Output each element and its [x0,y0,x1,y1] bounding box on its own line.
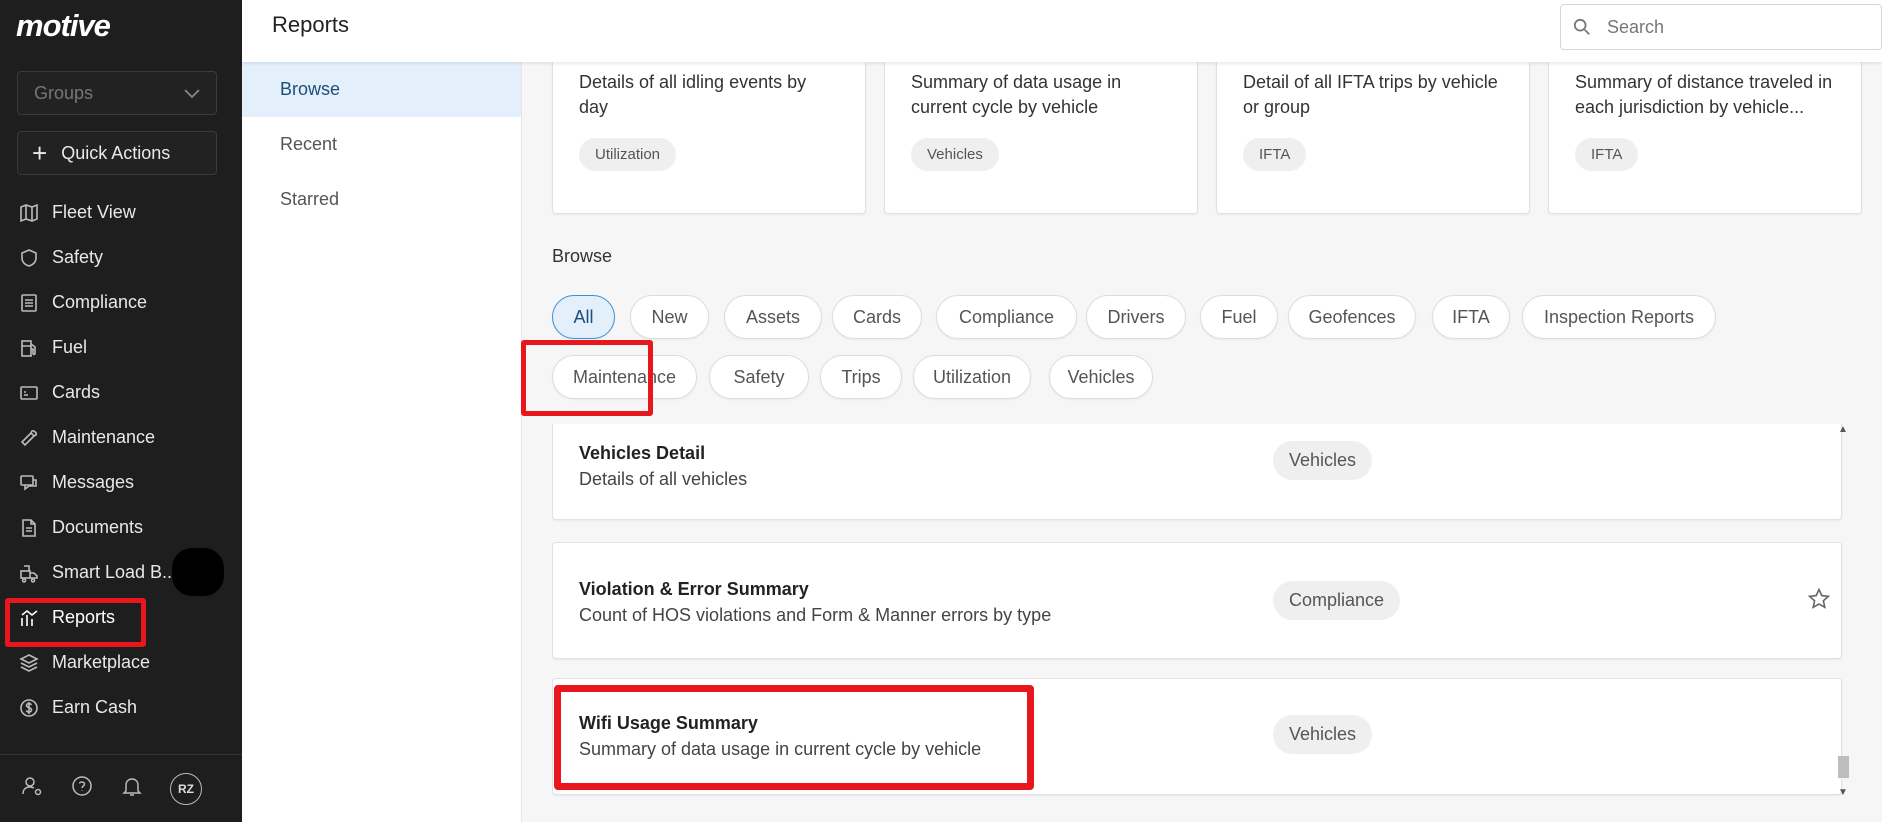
scroll-up-arrow-icon[interactable]: ▲ [1838,424,1848,435]
highlight-box-vehicles [521,340,653,416]
help-icon[interactable] [70,774,94,803]
search-icon [1573,18,1590,35]
layers-icon [18,652,40,674]
report-card[interactable]: Detail of all IFTA trips by vehicle or g… [1216,62,1530,214]
shield-icon [18,247,40,269]
page-title: Reports [272,12,350,37]
sidebar-item-safety[interactable]: Safety [0,235,242,280]
plus-icon: + [32,138,48,168]
report-card-description: Summary of data usage in current cycle b… [911,72,1122,117]
groups-placeholder: Groups [34,82,94,103]
filter-chip-fuel[interactable]: Fuel [1200,295,1278,339]
report-row-description: Count of HOS violations and Form & Manne… [579,605,1052,625]
highlight-box-reports [5,598,146,647]
sidebar-item-label: Fuel [52,337,88,357]
filter-chip-safety[interactable]: Safety [709,355,809,399]
filter-chip-ifta[interactable]: IFTA [1432,295,1510,339]
truck-load-icon [18,562,40,584]
sidebar-item-earn-cash[interactable]: Earn Cash [0,685,242,730]
report-row-tag: Vehicles [1273,715,1373,754]
sidebar-item-maintenance[interactable]: Maintenance [0,415,242,460]
reports-subnav: Browse Recent Starred [242,62,522,822]
filter-chip-assets[interactable]: Assets [724,295,822,339]
report-row-title: Violation & Error Summary [579,579,809,599]
filter-chip-new[interactable]: New [630,295,709,339]
report-card[interactable]: Summary of distance traveled in each jur… [1548,62,1862,214]
filter-chip-vehicles[interactable]: Vehicles [1049,355,1153,399]
quick-actions-button[interactable]: + Quick Actions [17,131,217,175]
sidebar-item-fuel[interactable]: Fuel [0,325,242,370]
filter-chip-drivers[interactable]: Drivers [1086,295,1186,339]
subnav-browse[interactable]: Browse [242,62,521,117]
report-card-description: Detail of all IFTA trips by vehicle or g… [1243,72,1498,117]
top-header: Reports [242,0,1882,62]
list-scrollbar[interactable]: ▲ ▼ [1836,424,1850,798]
sidebar-item-cards[interactable]: Cards [0,370,242,415]
filter-chip-cards[interactable]: Cards [832,295,922,339]
filter-chip-geofences[interactable]: Geofences [1288,295,1416,339]
filter-chip-inspection-reports[interactable]: Inspection Reports [1522,295,1716,339]
sidebar-item-label: Marketplace [52,652,151,672]
filter-chip-utilization[interactable]: Utilization [913,355,1031,399]
sidebar-item-documents[interactable]: Documents [0,505,242,550]
browse-heading: Browse [552,246,613,266]
redaction-mark [172,548,224,596]
report-card-description: Details of all idling events by day [579,72,807,117]
sidebar-item-messages[interactable]: Messages [0,460,242,505]
highlight-box-wifi-usage [554,685,1034,790]
quick-actions-label: Quick Actions [61,142,171,163]
sidebar-item-label: Documents [52,517,144,537]
document-list-icon [18,292,40,314]
sidebar-item-label: Smart Load B... [52,562,178,582]
bell-icon[interactable] [120,774,144,803]
avatar[interactable]: RZ [170,772,202,805]
document-icon [18,517,40,539]
sidebar-item-label: Earn Cash [52,697,138,717]
wrench-icon [18,427,40,449]
map-icon [18,202,40,224]
subnav-recent[interactable]: Recent [242,117,521,172]
sidebar-item-fleet-view[interactable]: Fleet View [0,190,242,235]
motive-logo[interactable]: motive [16,8,111,44]
report-card-description: Summary of distance traveled in each jur… [1575,72,1833,117]
report-card[interactable]: Details of all idling events by day Util… [552,62,866,214]
sidebar-footer: RZ [0,754,242,822]
report-card-tag: IFTA [1243,138,1307,171]
sidebar-nav: Fleet View Safety Compliance Fuel Cards … [0,190,242,730]
filter-chip-trips[interactable]: Trips [820,355,902,399]
report-card[interactable]: Summary of data usage in current cycle b… [884,62,1198,214]
report-row[interactable]: Violation & Error Summary Count of HOS v… [552,542,1842,659]
report-card-tag: Vehicles [911,138,999,171]
sidebar-item-label: Compliance [52,292,148,312]
dollar-icon [18,697,40,719]
sidebar-item-compliance[interactable]: Compliance [0,280,242,325]
fuel-pump-icon [18,337,40,359]
search-box[interactable] [1560,4,1882,50]
report-card-tag: IFTA [1575,138,1639,171]
user-settings-icon[interactable] [20,774,44,803]
star-icon[interactable] [1807,587,1833,613]
sidebar-item-label: Cards [52,382,101,402]
sidebar-item-label: Maintenance [52,427,156,447]
report-row-title: Vehicles Detail [579,443,706,463]
scroll-down-arrow-icon[interactable]: ▼ [1838,787,1848,798]
report-row-tag: Compliance [1273,581,1401,620]
sidebar-item-label: Safety [52,247,104,267]
card-icon [18,382,40,404]
report-row-description: Details of all vehicles [579,469,748,489]
subnav-starred[interactable]: Starred [242,172,521,227]
scroll-thumb[interactable] [1838,756,1849,778]
report-card-tag: Utilization [579,138,677,171]
search-input[interactable] [1607,16,1867,38]
groups-select[interactable]: Groups [17,71,217,115]
sidebar-item-label: Fleet View [52,202,136,222]
sidebar-item-label: Messages [52,472,135,492]
messages-icon [18,472,40,494]
report-row[interactable]: Vehicles Detail Details of all vehicles … [552,424,1842,520]
chevron-down-icon [184,83,200,104]
filter-chip-all[interactable]: All [552,295,615,339]
sidebar: motive Groups + Quick Actions Fleet View… [0,0,242,822]
report-row-tag: Vehicles [1273,441,1373,480]
filter-chip-compliance[interactable]: Compliance [936,295,1077,339]
